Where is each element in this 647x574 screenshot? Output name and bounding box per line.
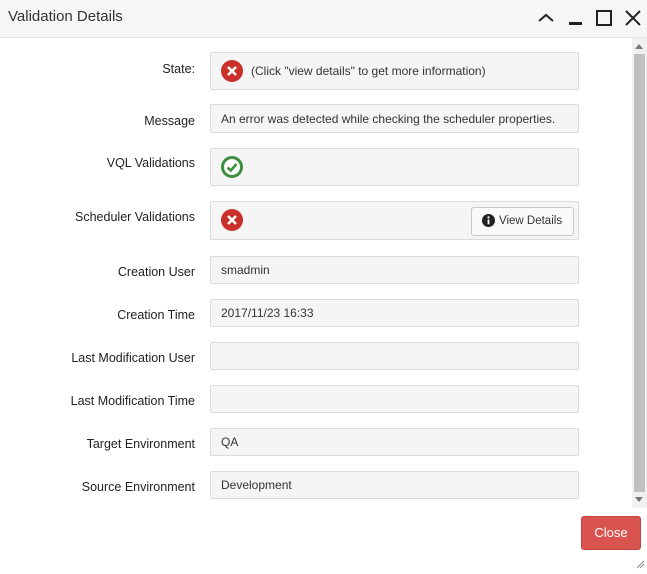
last-modification-user-label: Last Modification User <box>71 351 195 365</box>
last-modification-time-field[interactable] <box>210 385 579 413</box>
creation-user-row: Creation User smadmin <box>0 256 632 284</box>
close-icon[interactable] <box>621 6 645 30</box>
view-details-button[interactable]: View Details <box>471 207 574 236</box>
check-circle-icon <box>221 156 243 178</box>
vql-validations-row: VQL Validations <box>0 148 632 186</box>
dialog-titlebar: Validation Details <box>0 0 647 38</box>
error-icon <box>221 209 243 231</box>
resize-handle-icon[interactable] <box>636 556 645 569</box>
message-row: Message An error was detected while chec… <box>0 104 632 133</box>
creation-time-field[interactable]: 2017/11/23 16:33 <box>210 299 579 327</box>
creation-user-value: smadmin <box>221 263 270 277</box>
creation-time-value: 2017/11/23 16:33 <box>221 306 314 320</box>
creation-time-label: Creation Time <box>117 308 195 322</box>
creation-user-field[interactable]: smadmin <box>210 256 579 284</box>
dialog-title: Validation Details <box>8 8 123 25</box>
scrollbar-thumb[interactable] <box>634 54 645 492</box>
state-row: State: (Click "view details" to get more… <box>0 52 632 90</box>
target-environment-label: Target Environment <box>86 437 195 451</box>
last-modification-user-field[interactable] <box>210 342 579 370</box>
state-text: (Click "view details" to get more inform… <box>251 64 486 78</box>
scheduler-validations-row: Scheduler Validations View Details <box>0 201 632 241</box>
last-modification-time-label: Last Modification Time <box>70 394 195 408</box>
scroll-up-icon[interactable] <box>635 44 643 49</box>
scheduler-validations-label: Scheduler Validations <box>75 210 195 224</box>
creation-time-row: Creation Time 2017/11/23 16:33 <box>0 299 632 327</box>
message-field[interactable]: An error was detected while checking the… <box>210 104 579 133</box>
message-label: Message <box>144 114 195 128</box>
view-details-label: View Details <box>499 215 563 227</box>
maximize-icon[interactable] <box>592 6 616 30</box>
target-environment-field[interactable]: QA <box>210 428 579 456</box>
target-environment-value: QA <box>221 435 239 449</box>
scheduler-validations-field: View Details <box>210 201 579 240</box>
source-environment-label: Source Environment <box>81 480 195 494</box>
last-modification-time-row: Last Modification Time <box>0 385 632 413</box>
error-icon <box>221 60 243 82</box>
state-field: (Click "view details" to get more inform… <box>210 52 579 90</box>
vql-validations-label: VQL Validations <box>106 156 195 170</box>
collapse-icon[interactable] <box>534 6 558 30</box>
minimize-icon[interactable] <box>563 6 587 30</box>
creation-user-label: Creation User <box>117 265 195 279</box>
vertical-scrollbar[interactable] <box>632 38 647 508</box>
dialog-content: State: (Click "view details" to get more… <box>0 38 632 508</box>
state-label: State: <box>162 62 195 76</box>
target-environment-row: Target Environment QA <box>0 428 632 456</box>
source-environment-row: Source Environment Development <box>0 471 632 499</box>
source-environment-value: Development <box>221 478 292 492</box>
info-icon <box>482 214 495 230</box>
scroll-down-icon[interactable] <box>635 497 643 502</box>
message-value: An error was detected while checking the… <box>221 112 556 126</box>
last-modification-user-row: Last Modification User <box>0 342 632 370</box>
vql-validations-field <box>210 148 579 186</box>
source-environment-field[interactable]: Development <box>210 471 579 499</box>
close-button[interactable]: Close <box>581 516 641 550</box>
